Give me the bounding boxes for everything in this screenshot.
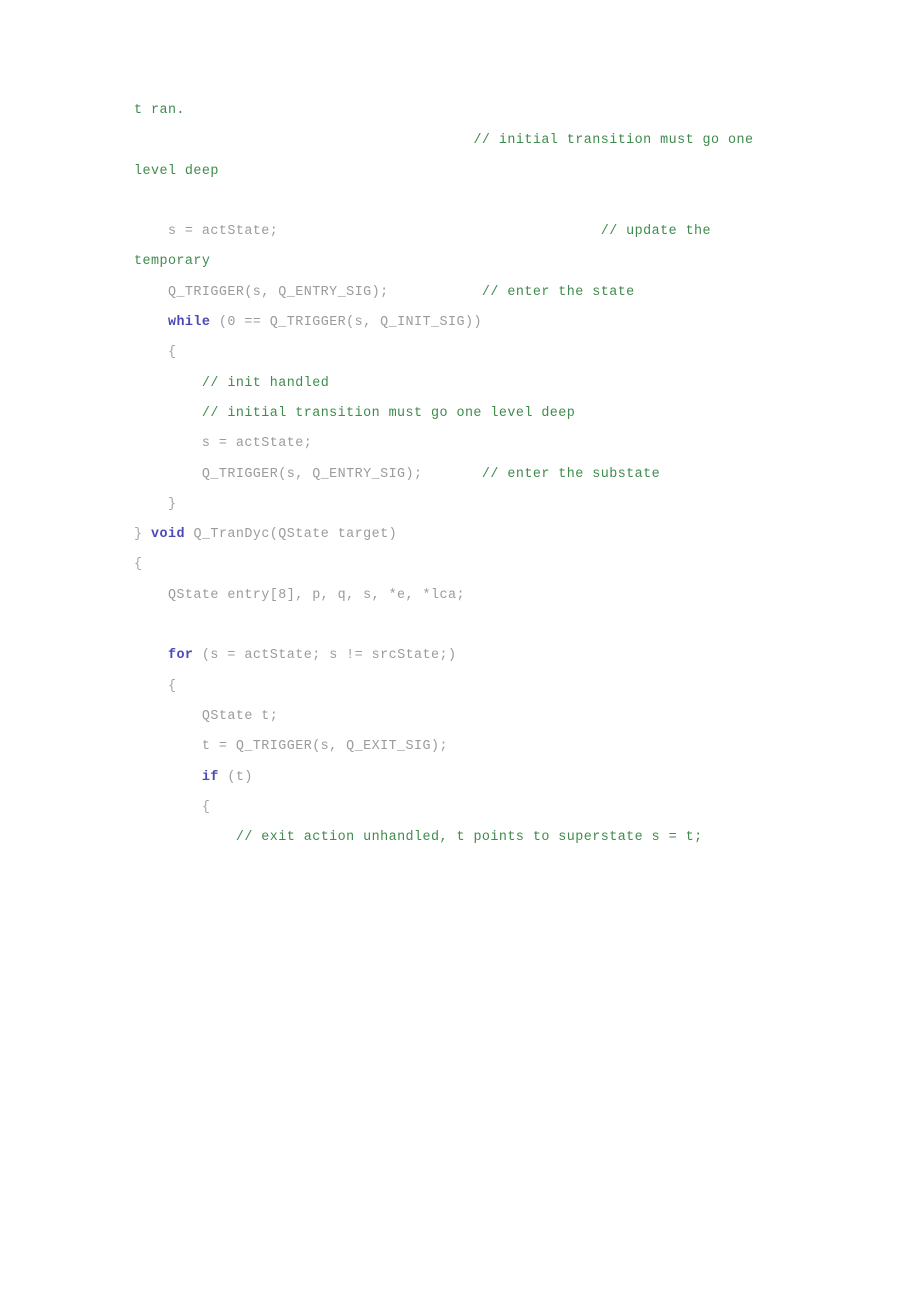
code-line: level deep (134, 157, 834, 187)
code-token-brace: { (167, 678, 177, 694)
code-line: for (s = actState; s != srcState;) (134, 641, 834, 671)
code-token-comment: level deep (134, 163, 219, 179)
code-token-plain: QState entry[8], p, q, s, *e, *lca; (134, 587, 465, 603)
code-line: QState t; (134, 702, 834, 732)
code-token-brace: } (134, 527, 143, 543)
code-token-comment: // update the (600, 224, 712, 240)
code-token-plain: s = actState; (134, 224, 601, 240)
code-token-comment: // enter the state (481, 284, 635, 300)
code-line: s = actState; (134, 429, 834, 459)
code-line: temporary (134, 247, 834, 277)
code-token-comment: // init handled (201, 375, 330, 391)
code-line: while (0 == Q_TRIGGER(s, Q_INIT_SIG)) (134, 308, 834, 338)
code-token-plain: QState t; (134, 708, 279, 724)
code-line: // initial transition must go one level … (134, 399, 834, 429)
code-line: } (134, 490, 834, 520)
code-token-keyword: if (201, 769, 219, 785)
code-line: // exit action unhandled, t points to su… (134, 823, 834, 853)
code-token-plain: s = actState; (134, 436, 313, 452)
code-line: s = actState; // update the (134, 217, 834, 247)
code-token-comment: // initial transition must go one (473, 133, 754, 149)
code-listing: t ran. // initial transition must go one… (134, 96, 834, 853)
code-line: t ran. (134, 96, 834, 126)
code-token-plain: (t) (218, 769, 253, 785)
code-token-plain: Q_TRIGGER(s, Q_ENTRY_SIG); (134, 284, 482, 300)
code-line: // initial transition must go one (134, 126, 834, 156)
code-line: QState entry[8], p, q, s, *e, *lca; (134, 581, 834, 611)
code-token-comment: t ran. (134, 103, 185, 118)
code-line: Q_TRIGGER(s, Q_ENTRY_SIG); // enter the … (134, 278, 834, 308)
code-line: { (134, 793, 834, 823)
code-line: t = Q_TRIGGER(s, Q_EXIT_SIG); (134, 732, 834, 762)
code-token-comment: // initial transition must go one level … (201, 405, 576, 421)
code-token-comment: temporary (134, 254, 211, 270)
code-token-brace: } (167, 496, 177, 512)
code-token-keyword: while (167, 315, 211, 331)
code-token-plain: Q_TranDyc(QState target) (184, 527, 398, 543)
code-token-keyword: for (167, 648, 194, 664)
code-token-brace: { (201, 799, 211, 815)
code-line: } void Q_TranDyc(QState target) (134, 520, 834, 550)
code-token-brace: { (134, 557, 143, 573)
code-line: { (134, 338, 834, 368)
code-token-plain: (0 == Q_TRIGGER(s, Q_INIT_SIG)) (210, 315, 482, 331)
code-token-brace: { (167, 345, 177, 361)
code-line: { (134, 550, 834, 580)
code-token-comment: // exit action unhandled, t points to su… (235, 830, 703, 846)
code-line: Q_TRIGGER(s, Q_ENTRY_SIG); // enter the … (134, 460, 834, 490)
code-token-keyword: void (151, 527, 185, 543)
code-token-plain: t = Q_TRIGGER(s, Q_EXIT_SIG); (134, 739, 448, 755)
code-token-plain: (s = actState; s != srcState;) (193, 648, 457, 664)
code-line: if (t) (134, 763, 834, 793)
code-line: // init handled (134, 369, 834, 399)
code-token-comment: // enter the substate (481, 466, 661, 482)
code-line: { (134, 672, 834, 702)
document-page: t ran. // initial transition must go one… (0, 0, 920, 1302)
code-token-plain: Q_TRIGGER(s, Q_ENTRY_SIG); (134, 466, 482, 482)
